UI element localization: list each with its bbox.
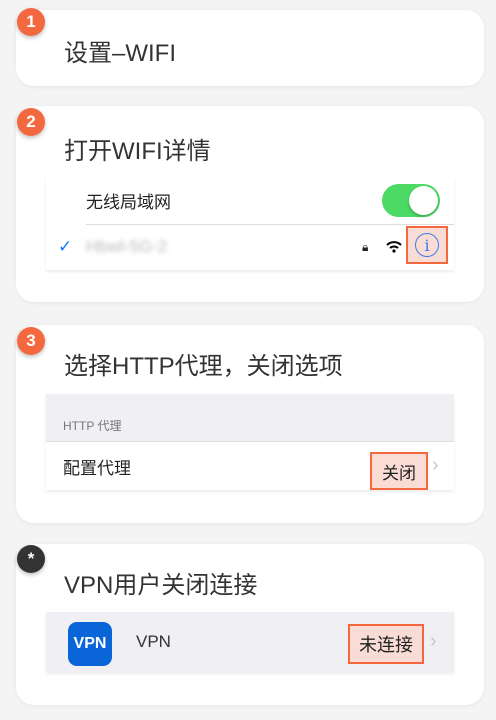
proxy-header: HTTP 代理	[46, 394, 454, 442]
proxy-header-label: HTTP 代理	[63, 419, 122, 433]
step-title: 打开WIFI详情	[64, 138, 211, 165]
chevron-right-icon: ›	[430, 630, 437, 652]
step-title: 选择HTTP代理，关闭选项	[64, 353, 343, 380]
chevron-right-icon: ›	[432, 454, 439, 476]
step-badge: 1	[17, 8, 45, 36]
step-badge: 3	[17, 327, 45, 355]
wifi-list: 无线局域网 ✓ Hbwl-5G-2 🔒︎ i	[46, 177, 454, 270]
vpn-status: 未连接	[348, 624, 424, 664]
checkmark-icon: ✓	[58, 237, 73, 256]
configure-proxy-row[interactable]: 配置代理 关闭 ›	[46, 442, 454, 490]
configure-proxy-label: 配置代理	[63, 458, 131, 478]
proxy-value: 关闭	[370, 452, 428, 490]
vpn-app-icon: VPN	[68, 622, 112, 666]
vpn-list: VPN VPN 未连接 ›	[46, 612, 454, 672]
wifi-label: 无线局域网	[86, 193, 171, 212]
proxy-list: HTTP 代理 配置代理 关闭 ›	[46, 394, 454, 490]
step-badge: 2	[17, 108, 45, 136]
step-title: VPN用户关闭连接	[64, 572, 258, 599]
vpn-row[interactable]: VPN VPN 未连接 ›	[46, 612, 454, 672]
info-button[interactable]: i	[406, 226, 448, 264]
lock-icon: 🔒︎	[362, 239, 369, 254]
wifi-network-row[interactable]: ✓ Hbwl-5G-2 🔒︎ i	[46, 224, 454, 270]
wifi-toggle[interactable]	[382, 184, 440, 217]
info-icon: i	[415, 233, 439, 257]
wifi-toggle-row: 无线局域网	[46, 177, 454, 224]
step-badge: *	[17, 545, 45, 573]
wifi-signal-icon	[386, 241, 402, 253]
network-name: Hbwl-5G-2	[86, 237, 168, 256]
vpn-label: VPN	[136, 632, 171, 651]
step-title: 设置–WIFI	[64, 40, 176, 67]
